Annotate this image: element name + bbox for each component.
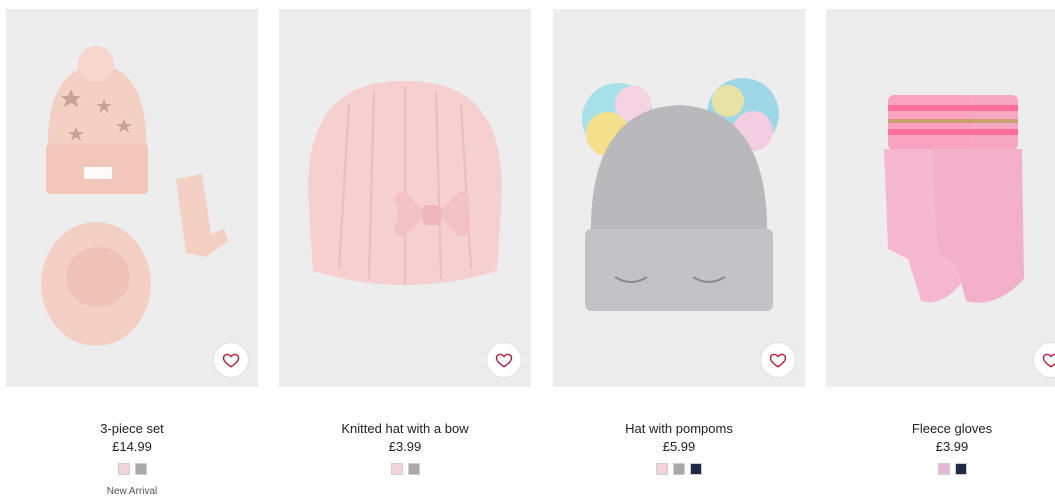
color-swatch[interactable] (937, 463, 950, 475)
color-swatches (279, 463, 531, 475)
product-price: £3.99 (935, 439, 969, 454)
product-price: £3.99 (388, 439, 422, 454)
heart-icon (769, 353, 787, 368)
product-info: Knitted hat with a bow £3.99 (279, 421, 531, 475)
heart-icon (1042, 353, 1055, 368)
new-arrival-label: New Arrival (106, 486, 158, 497)
product-card[interactable]: Fleece gloves £3.99 (826, 9, 1055, 475)
product-title[interactable]: Fleece gloves (826, 421, 1055, 437)
product-info: Hat with pompoms £5.99 (553, 421, 805, 475)
product-card[interactable]: Knitted hat with a bow £3.99 (279, 9, 531, 475)
product-title[interactable]: Hat with pompoms (553, 421, 805, 437)
favourite-button[interactable] (761, 343, 795, 377)
color-swatch[interactable] (954, 463, 967, 475)
product-card[interactable]: Hat with pompoms £5.99 (553, 9, 805, 475)
product-image[interactable] (826, 9, 1055, 387)
product-card[interactable]: 3-piece set £14.99 New Arrival (6, 9, 258, 497)
favourite-button[interactable] (487, 343, 521, 377)
product-grid: 3-piece set £14.99 New Arrival Knitted h… (0, 0, 1055, 504)
product-image[interactable] (553, 9, 805, 387)
heart-icon (222, 353, 240, 368)
color-swatches (6, 463, 258, 475)
product-title[interactable]: Knitted hat with a bow (279, 421, 531, 437)
color-swatch[interactable] (134, 463, 147, 475)
favourite-button[interactable] (214, 343, 248, 377)
product-image[interactable] (279, 9, 531, 387)
color-swatch[interactable] (407, 463, 420, 475)
product-title[interactable]: 3-piece set (6, 421, 258, 437)
heart-icon (495, 353, 513, 368)
product-info: Fleece gloves £3.99 (826, 421, 1055, 475)
color-swatches (553, 463, 805, 475)
product-price: £5.99 (662, 439, 696, 454)
color-swatch[interactable] (690, 463, 702, 475)
product-price: £14.99 (112, 439, 152, 454)
color-swatches (826, 463, 1055, 475)
color-swatch[interactable] (117, 463, 130, 475)
color-swatch[interactable] (390, 463, 403, 475)
color-swatch[interactable] (673, 463, 685, 475)
product-info: 3-piece set £14.99 New Arrival (6, 421, 258, 497)
product-image[interactable] (6, 9, 258, 387)
color-swatch[interactable] (656, 463, 668, 475)
